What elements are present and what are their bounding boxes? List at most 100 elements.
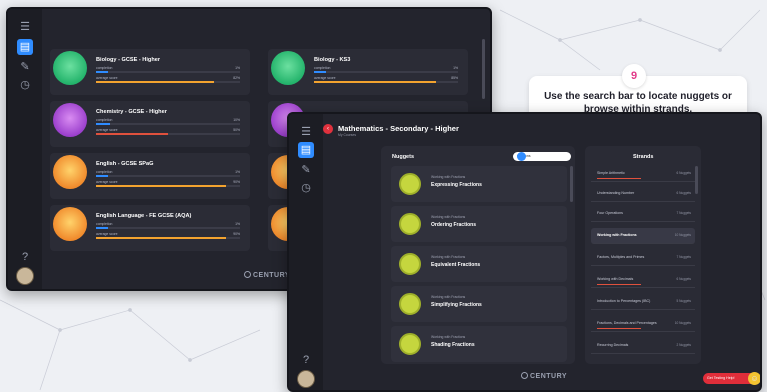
nugget-item[interactable]: Working with Fractions Expressing Fracti… (391, 166, 567, 202)
strands-scrollbar[interactable] (695, 166, 698, 194)
strand-progress (597, 283, 641, 285)
strand-progress (597, 327, 641, 329)
menu-icon[interactable]: ☰ (17, 19, 33, 35)
score-label: average score (96, 128, 118, 132)
help-icon[interactable]: ? (17, 249, 33, 265)
menu-icon[interactable]: ☰ (298, 124, 314, 140)
smiley-icon: ☺ (748, 372, 760, 385)
score-value: 90% (233, 232, 240, 236)
strand-count: 2 Nuggets (676, 343, 691, 347)
completion-bar (314, 71, 458, 73)
course-card[interactable]: Biology - GCSE - Higher completion 1% av… (50, 49, 250, 95)
pencil-icon[interactable]: ✎ (17, 59, 33, 75)
nugget-name: Expressing Fractions (431, 182, 482, 188)
strand-item[interactable]: Factors, Multiples and Primes 7 Nuggets (591, 250, 695, 266)
scrollbar[interactable] (482, 39, 485, 99)
nugget-item[interactable]: Working with Fractions Simplifying Fract… (391, 286, 567, 322)
strand-item-selected[interactable]: Working with Fractions 10 Nuggets (591, 228, 695, 244)
back-button[interactable]: ‹ (323, 124, 333, 134)
strand-name: Working with Decimals (597, 277, 634, 281)
nugget-thumbnail (399, 293, 421, 315)
nugget-item[interactable]: Working with Fractions Shading Fractions (391, 326, 567, 362)
course-thumbnail (53, 207, 87, 241)
search-input[interactable]: fractions × (513, 152, 571, 161)
strand-name: Factors, Multiples and Primes (597, 255, 645, 259)
courses-nav-icon[interactable]: ▤ (17, 39, 33, 55)
dashboard-icon[interactable]: ◷ (17, 77, 33, 93)
score-label: average score (96, 232, 118, 236)
course-card[interactable]: Biology - KS3 completion 1% average scor… (268, 49, 468, 95)
course-thumbnail (271, 51, 305, 85)
get-help-button[interactable]: Get Testing Help! ☺ (703, 372, 760, 385)
course-thumbnail (53, 155, 87, 189)
score-bar (96, 237, 240, 239)
strand-item[interactable]: Understanding Number 6 Nuggets (591, 186, 695, 202)
completion-value: 1% (235, 66, 240, 70)
courses-nav-icon[interactable]: ▤ (298, 142, 314, 158)
nugget-name: Shading Fractions (431, 342, 475, 348)
score-value: 50% (233, 128, 240, 132)
search-icon[interactable] (517, 152, 526, 161)
avatar[interactable] (16, 267, 34, 285)
nugget-item[interactable]: Working with Fractions Equivalent Fracti… (391, 246, 567, 282)
strand-item[interactable]: Recurring Decimals 2 Nuggets (591, 338, 695, 354)
strand-item[interactable]: Simple Arithmetic 6 Nuggets (591, 166, 695, 182)
century-logo: CENTURY (244, 271, 290, 279)
nuggets-scrollbar[interactable] (570, 166, 573, 202)
completion-value: 10% (233, 118, 240, 122)
course-card[interactable]: Chemistry - GCSE - Higher completion 10%… (50, 101, 250, 147)
pencil-icon[interactable]: ✎ (298, 162, 314, 178)
nugget-name: Equivalent Fractions (431, 262, 481, 268)
score-value: 85% (451, 76, 458, 80)
step-badge: 9 (622, 64, 646, 88)
strand-item[interactable]: Four Operations 7 Nuggets (591, 206, 695, 222)
course-card[interactable]: English Language - FE GCSE (AQA) complet… (50, 205, 250, 251)
help-icon[interactable]: ? (298, 352, 314, 368)
score-bar (96, 185, 240, 187)
nugget-item[interactable]: Working with Fractions Ordering Fraction… (391, 206, 567, 242)
score-value: 90% (233, 180, 240, 184)
strand-count: 7 Nuggets (676, 211, 691, 215)
nugget-thumbnail (399, 253, 421, 275)
strand-item[interactable]: Introduction to Percentages (IBC) 5 Nugg… (591, 294, 695, 310)
course-card[interactable]: English - GCSE SPaG completion 1% averag… (50, 153, 250, 199)
course-title: Chemistry - GCSE - Higher (96, 109, 167, 115)
strand-item[interactable]: Fractions, Decimals and Percentages 10 N… (591, 316, 695, 332)
completion-bar (96, 175, 240, 177)
score-label: average score (314, 76, 336, 80)
nugget-thumbnail (399, 173, 421, 195)
strand-count: 6 Nuggets (676, 277, 691, 281)
nugget-strand: Working with Fractions (431, 295, 466, 299)
century-logo: CENTURY (521, 372, 567, 380)
completion-label: completion (96, 170, 113, 174)
completion-bar (96, 123, 240, 125)
completion-value: 1% (453, 66, 458, 70)
dashboard-icon[interactable]: ◷ (298, 180, 314, 196)
breadcrumb[interactable]: My Courses (338, 133, 356, 137)
strand-name: Understanding Number (597, 191, 635, 195)
strand-count: 10 Nuggets (674, 233, 691, 237)
completion-value: 1% (235, 170, 240, 174)
completion-bar (96, 71, 240, 73)
course-title: English Language - FE GCSE (AQA) (96, 213, 192, 219)
strand-count: 7 Nuggets (676, 255, 691, 259)
nuggets-title: Nuggets (392, 154, 414, 160)
nugget-name: Simplifying Fractions (431, 302, 482, 308)
score-label: average score (96, 180, 118, 184)
nugget-thumbnail (399, 213, 421, 235)
strand-name: Recurring Decimals (597, 343, 629, 347)
completion-value: 1% (235, 222, 240, 226)
strand-count: 5 Nuggets (676, 299, 691, 303)
course-thumbnail (53, 51, 87, 85)
strand-name: Fractions, Decimals and Percentages (597, 321, 657, 325)
strand-progress (597, 177, 641, 179)
completion-label: completion (96, 66, 113, 70)
score-value: 82% (233, 76, 240, 80)
course-title: Mathematics - Secondary - Higher (338, 124, 459, 133)
course-title: English - GCSE SPaG (96, 161, 154, 167)
course-title: Biology - GCSE - Higher (96, 57, 161, 63)
nugget-strand: Working with Fractions (431, 255, 466, 259)
strand-item[interactable]: Working with Decimals 6 Nuggets (591, 272, 695, 288)
score-bar (96, 133, 240, 135)
avatar[interactable] (297, 370, 315, 388)
